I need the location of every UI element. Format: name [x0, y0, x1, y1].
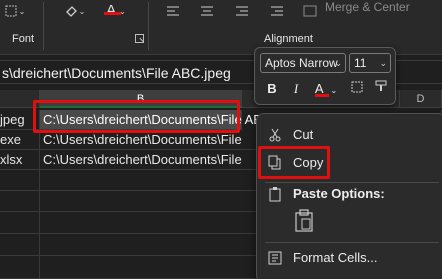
empty-cell[interactable]	[40, 191, 260, 212]
ribbon-divider	[148, 2, 149, 50]
align-center-button[interactable]	[196, 0, 218, 22]
format-painter-button[interactable]	[372, 79, 390, 99]
format-cells-icon	[268, 251, 282, 265]
borders-icon	[351, 81, 363, 93]
paste-icon	[269, 187, 281, 202]
empty-cell[interactable]	[40, 212, 260, 234]
empty-cell[interactable]	[0, 256, 40, 279]
paste-options-header: Paste Options:	[257, 181, 442, 207]
context-menu-item-format-cells[interactable]: Format Cells...	[257, 245, 442, 271]
cell-b3[interactable]: C:\Users\dreichert\Documents\File	[40, 150, 260, 170]
merge-icon	[303, 5, 317, 17]
font-name-select[interactable]: Aptos Narrow ⌄	[260, 53, 346, 73]
font-dialog-launcher-icon[interactable]	[135, 34, 144, 43]
context-menu: Cut Copy Paste Options: Format Cells...	[256, 113, 442, 279]
indent-icon	[271, 6, 283, 16]
empty-cell[interactable]	[0, 191, 40, 212]
format-painter-icon	[375, 80, 387, 91]
font-name-value: Aptos Narrow	[265, 56, 338, 70]
font-color-a-icon: A	[106, 1, 117, 19]
fill-color-button[interactable]: ⌄	[62, 0, 86, 22]
merge-button-icon[interactable]	[300, 0, 320, 22]
cell-a3[interactable]: xlsx	[0, 150, 40, 170]
cut-label: Cut	[293, 127, 314, 142]
ribbon-divider	[43, 2, 44, 50]
empty-cell[interactable]	[0, 170, 40, 191]
column-header-d[interactable]: D	[400, 90, 442, 108]
paste-button[interactable]	[293, 209, 319, 237]
paste-options-label: Paste Options:	[293, 186, 385, 201]
font-size-select[interactable]: 11 ⌄	[349, 53, 391, 73]
bold-button[interactable]: B	[263, 79, 281, 99]
cell-b2[interactable]: C:\Users\dreichert\Documents\File	[40, 130, 260, 150]
format-cells-label: Format Cells...	[293, 250, 378, 265]
font-color-bar	[315, 94, 329, 97]
align-right-button[interactable]	[231, 0, 253, 22]
borders-dropdown[interactable]: ⌄	[2, 0, 28, 22]
indent-button[interactable]	[266, 0, 288, 22]
align-left-button[interactable]	[162, 0, 184, 22]
italic-button[interactable]: I	[287, 79, 305, 99]
merge-center-label[interactable]: Merge & Center	[325, 0, 410, 14]
context-menu-item-cut[interactable]: Cut	[257, 122, 442, 148]
empty-cell[interactable]	[0, 234, 40, 256]
font-group-label: Font	[12, 33, 35, 45]
align-right-icon	[236, 6, 248, 16]
menu-separator	[265, 242, 439, 243]
borders-icon	[5, 5, 17, 17]
formula-bar-text: s\dreichert\Documents\File ABC.jpeg	[2, 65, 231, 81]
align-center-icon	[201, 6, 213, 16]
clipboard-icon	[295, 209, 313, 232]
chevron-down-icon: ⌄	[334, 58, 342, 68]
empty-cell[interactable]	[40, 234, 260, 256]
empty-cell[interactable]	[40, 170, 260, 191]
paint-bucket-icon	[65, 6, 77, 17]
font-size-value: 11	[354, 56, 367, 70]
font-color-button[interactable]: A ⌄	[104, 0, 128, 22]
highlight-box-cell	[33, 100, 240, 133]
empty-cell[interactable]	[40, 256, 260, 279]
borders-mini-button[interactable]	[347, 79, 367, 99]
scissors-icon	[269, 128, 281, 142]
highlight-box-copy	[258, 146, 330, 179]
empty-cell[interactable]	[0, 212, 40, 234]
cell-a2[interactable]: exe	[0, 130, 40, 150]
font-color-bar	[104, 12, 121, 15]
mini-toolbar: Aptos Narrow ⌄ 11 ⌄ B I A ⌄	[254, 47, 396, 105]
chevron-down-icon: ⌄	[379, 58, 387, 68]
align-left-icon	[167, 6, 179, 16]
alignment-group-label: Alignment	[264, 33, 313, 45]
